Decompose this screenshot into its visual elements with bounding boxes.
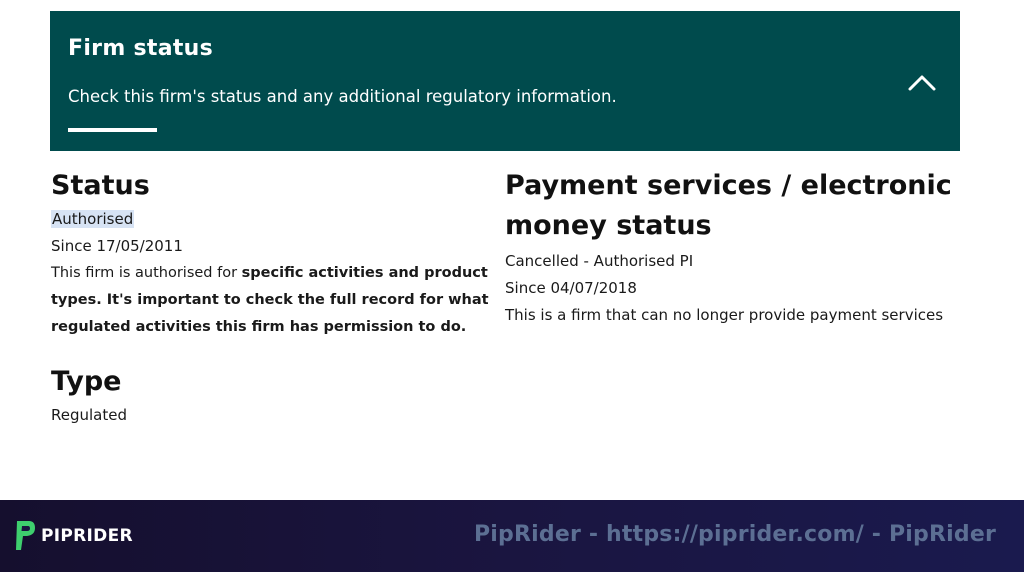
panel-description: Check this firm's status and any additio… [68,87,617,106]
payment-note: This is a firm that can no longer provid… [505,306,944,324]
status-heading: Status [51,170,150,201]
logo-text: PIPRIDER [41,526,133,546]
status-section: Status Authorised Since 17/05/2011 This … [51,166,496,341]
status-since: Since 17/05/2011 [51,237,183,255]
collapse-button[interactable] [902,65,942,97]
payment-since: Since 04/07/2018 [505,279,637,297]
panel-title: Firm status [68,36,214,61]
status-note-plain: This firm is authorised for [51,265,242,281]
payment-heading-line2: money status [505,210,712,241]
watermark-text: PipRider - https://piprider.com/ - PipRi… [473,522,996,547]
payment-heading-line1: Payment services / electronic [505,170,952,201]
firm-status-panel: Firm status Check this firm's status and… [50,11,960,151]
piprider-logo[interactable]: PIPRIDER [14,519,133,553]
payment-value: Cancelled - Authorised PI [505,252,694,270]
panel-underline [68,128,157,132]
footer-banner: PIPRIDER PipRider - https://piprider.com… [0,500,1024,572]
type-section: Type Regulated [51,362,496,429]
type-heading: Type [51,366,122,397]
status-note: This firm is authorised for specific act… [51,260,496,341]
status-value: Authorised [51,210,135,228]
payment-services-section: Payment services / electronic money stat… [505,166,965,329]
chevron-up-icon [908,75,936,91]
piprider-logo-icon [16,521,35,550]
type-value: Regulated [51,406,127,424]
